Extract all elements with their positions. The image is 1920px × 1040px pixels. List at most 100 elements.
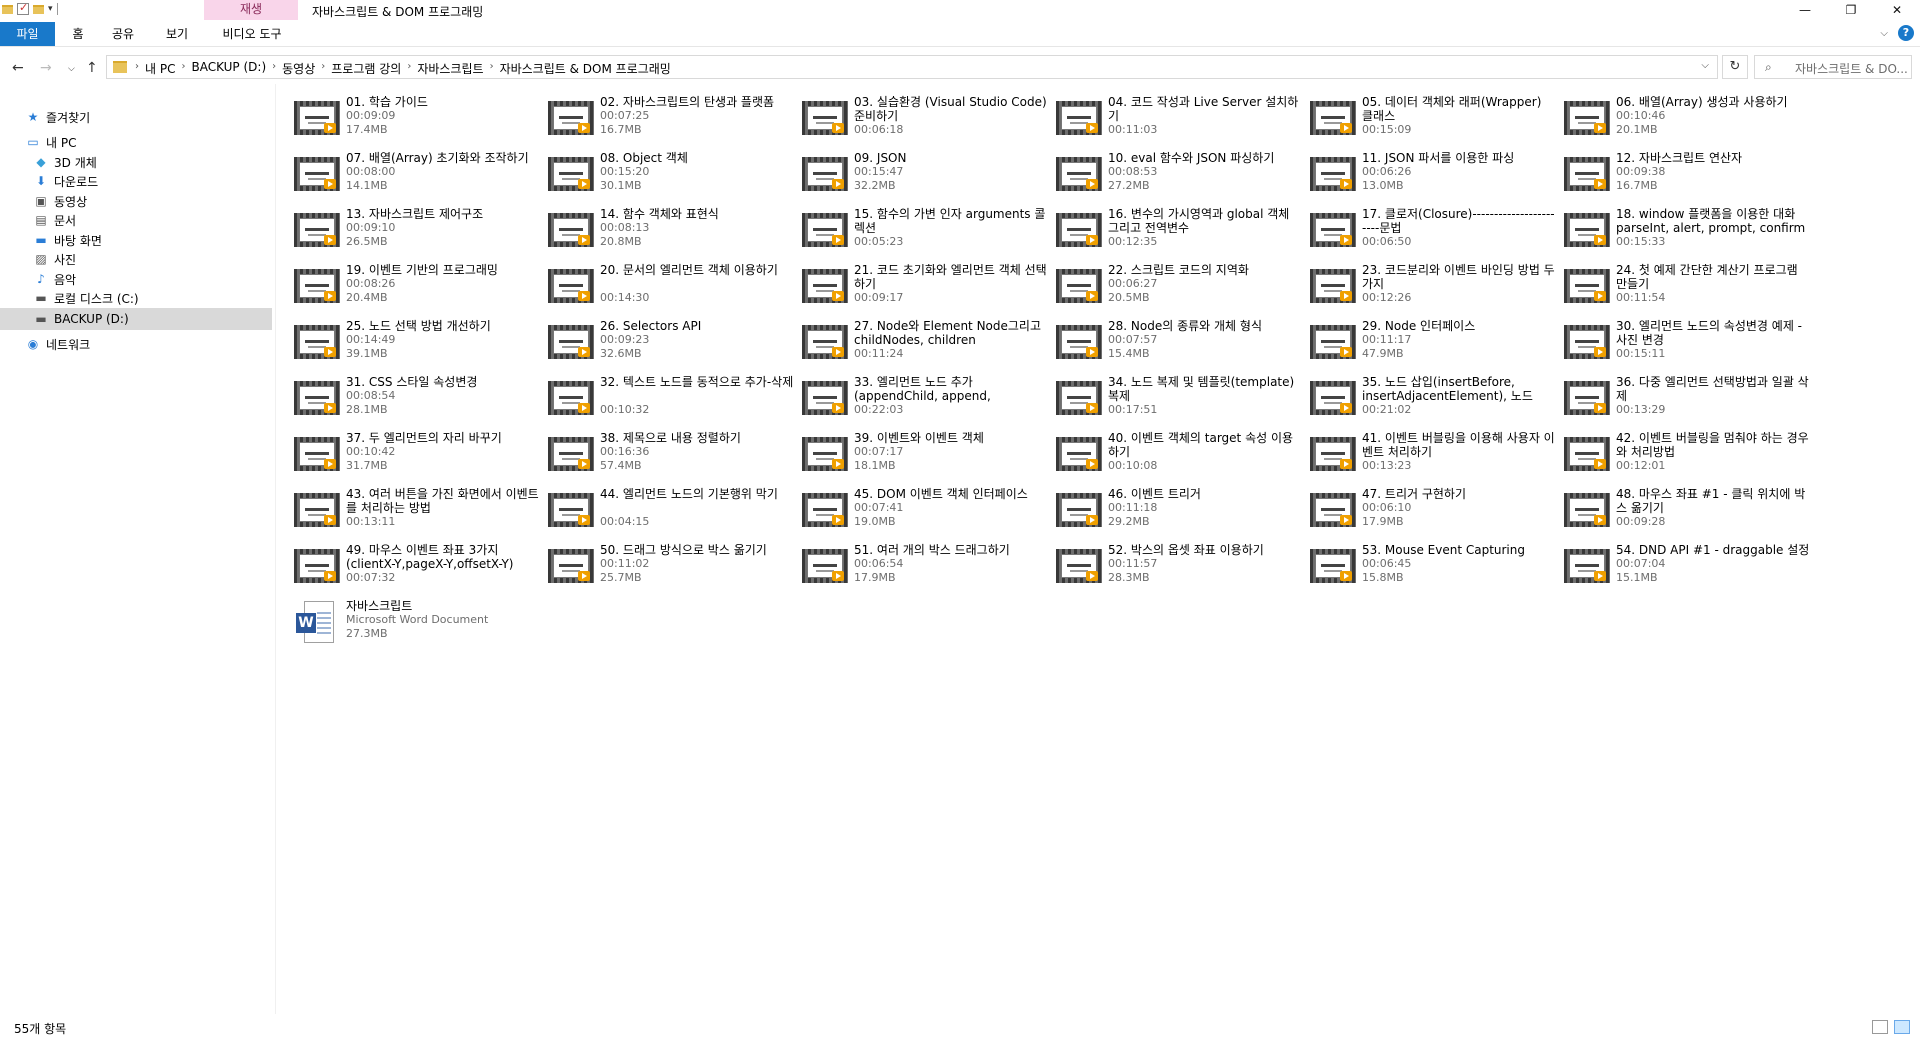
file-item[interactable]: 48. 마우스 좌표 #1 - 클릭 위치에 박스 옮기기 00:09:28 [1560, 487, 1810, 539]
tab-view[interactable]: 보기 [162, 23, 192, 45]
file-item[interactable]: 21. 코드 초기화와 엘리먼트 객체 선택하기 00:09:17 [798, 263, 1048, 315]
file-item[interactable]: 36. 다중 엘리먼트 선택방법과 일괄 삭제 00:13:29 [1560, 375, 1810, 427]
file-item[interactable]: 23. 코드분리와 이벤트 바인딩 방법 두 가지 00:12:26 [1306, 263, 1556, 315]
forward-arrow-icon[interactable]: → [40, 60, 52, 76]
file-item[interactable]: 16. 변수의 가시영역과 global 객체 그리고 전역변수 00:12:35 [1052, 207, 1302, 259]
file-item[interactable]: 22. 스크립트 코드의 지역화 00:06:27 20.5MB [1052, 263, 1302, 315]
sidebar-item[interactable]: ▬ BACKUP (D:) [0, 308, 272, 330]
file-item[interactable]: 07. 배열(Array) 초기화와 조작하기 00:08:00 14.1MB [290, 151, 540, 203]
file-item[interactable]: 38. 제목으로 내용 정렬하기 00:16:36 57.4MB [544, 431, 794, 483]
breadcrumb-item[interactable]: 내 PC [145, 60, 175, 77]
file-item[interactable]: 43. 여러 버튼을 가진 화면에서 이벤트를 처리하는 방법 00:13:11 [290, 487, 540, 539]
file-item[interactable]: 39. 이벤트와 이벤트 객체 00:07:17 18.1MB [798, 431, 1048, 483]
file-item[interactable]: 50. 드래그 방식으로 박스 옮기기 00:11:02 25.7MB [544, 543, 794, 595]
sidebar-item[interactable]: ▬ 로컬 디스크 (C:) [0, 287, 272, 309]
file-item[interactable]: 01. 학습 가이드 00:09:09 17.4MB [290, 95, 540, 147]
sidebar-item[interactable]: ★ 즐겨찾기 [0, 106, 272, 128]
breadcrumb-item[interactable]: 자바스크립트 [417, 60, 483, 77]
file-item[interactable]: 51. 여러 개의 박스 드래그하기 00:06:54 17.9MB [798, 543, 1048, 595]
file-item[interactable]: 03. 실습환경 (Visual Studio Code) 준비하기 00:06:… [798, 95, 1048, 147]
properties-icon[interactable] [17, 1, 29, 15]
file-item[interactable]: 40. 이벤트 객체의 target 속성 이용하기 00:10:08 [1052, 431, 1302, 483]
file-item[interactable]: 10. eval 함수와 JSON 파싱하기 00:08:53 27.2MB [1052, 151, 1302, 203]
breadcrumb-separator[interactable]: › [272, 60, 276, 77]
file-item[interactable]: 37. 두 엘리먼트의 자리 바꾸기 00:10:42 31.7MB [290, 431, 540, 483]
file-item[interactable]: 29. Node 인터페이스 00:11:17 47.9MB [1306, 319, 1556, 371]
file-item[interactable]: 05. 데이터 객체와 래퍼(Wrapper) 클래스 00:15:09 [1306, 95, 1556, 147]
file-item[interactable]: 17. 클로저(Closure)-----------------------문… [1306, 207, 1556, 259]
file-item[interactable]: 02. 자바스크립트의 탄생과 플랫폼 00:07:25 16.7MB [544, 95, 794, 147]
file-item[interactable]: 47. 트리거 구현하기 00:06:10 17.9MB [1306, 487, 1556, 539]
file-item[interactable]: 06. 배열(Array) 생성과 사용하기 00:10:46 20.1MB [1560, 95, 1810, 147]
breadcrumb-separator[interactable]: › [135, 60, 139, 77]
tab-file[interactable]: 파일 [0, 22, 55, 46]
breadcrumb-item[interactable]: BACKUP (D:) [191, 60, 266, 77]
file-item[interactable]: 32. 텍스트 노드를 동적으로 추가-삭제 00:10:32 [544, 375, 794, 427]
refresh-icon[interactable]: ↻ [1722, 55, 1748, 79]
file-item[interactable]: 31. CSS 스타일 속성변경 00:08:54 28.1MB [290, 375, 540, 427]
file-item[interactable]: 35. 노드 삽입(insertBefore, insertAdjacentEl… [1306, 375, 1556, 427]
new-folder-icon[interactable] [33, 4, 44, 14]
close-button[interactable]: ✕ [1874, 0, 1920, 20]
breadcrumb-separator[interactable]: › [321, 60, 325, 77]
details-view-icon[interactable] [1872, 1020, 1888, 1034]
tab-video-tools[interactable]: 비디오 도구 [210, 23, 294, 45]
file-item[interactable]: 41. 이벤트 버블링을 이용해 사용자 이벤트 처리하기 00:13:23 [1306, 431, 1556, 483]
file-item[interactable]: 18. window 플랫폼을 이용한 대화 parseInt, alert, … [1560, 207, 1810, 259]
sidebar-item[interactable]: ▭ 내 PC [0, 131, 272, 153]
file-item[interactable]: 46. 이벤트 트리거 00:11:18 29.2MB [1052, 487, 1302, 539]
breadcrumb-item[interactable]: 동영상 [282, 60, 315, 77]
file-item[interactable]: 24. 첫 예제 간단한 계산기 프로그램 만들기 00:11:54 [1560, 263, 1810, 315]
back-arrow-icon[interactable]: ← [12, 60, 24, 76]
tab-home[interactable]: 홈 [66, 23, 90, 45]
file-item[interactable]: 53. Mouse Event Capturing 00:06:45 15.8MB [1306, 543, 1556, 595]
file-item[interactable]: 19. 이벤트 기반의 프로그래밍 00:08:26 20.4MB [290, 263, 540, 315]
file-item[interactable]: 54. DND API #1 - draggable 설정 00:07:04 15.… [1560, 543, 1810, 595]
customize-toolbar-icon[interactable]: ▾ [48, 4, 53, 14]
tab-share[interactable]: 공유 [108, 23, 138, 45]
expand-ribbon-icon[interactable]: ⌵ [1880, 28, 1888, 39]
help-icon[interactable]: ? [1898, 25, 1914, 41]
file-item[interactable]: 12. 자바스크립트 연산자 00:09:38 16.7MB [1560, 151, 1810, 203]
file-item[interactable]: 27. Node와 Element Node그리고 childNodes, ch… [798, 319, 1048, 371]
file-item[interactable]: W 자바스크립트 Microsoft Word Document 27.3MB [290, 599, 540, 651]
file-item[interactable]: 15. 함수의 가변 인자 arguments 콜렉션 00:05:23 [798, 207, 1048, 259]
breadcrumb-item[interactable]: 자바스크립트 & DOM 프로그래밍 [500, 60, 671, 77]
file-item[interactable]: 30. 엘리먼트 노드의 속성변경 예제 - 사진 변경 00:15:11 [1560, 319, 1810, 371]
recent-locations-icon[interactable]: ⌵ [68, 64, 75, 74]
file-item[interactable]: 08. Object 객체 00:15:20 30.1MB [544, 151, 794, 203]
file-item[interactable]: 13. 자바스크립트 제어구조 00:09:10 26.5MB [290, 207, 540, 259]
up-arrow-icon[interactable]: ↑ [86, 60, 98, 76]
breadcrumb-separator[interactable]: › [490, 60, 494, 77]
file-item[interactable]: 14. 함수 객체와 표현식 00:08:13 20.8MB [544, 207, 794, 259]
file-item[interactable]: 04. 코드 작성과 Live Server 설치하기 00:11:03 [1052, 95, 1302, 147]
restore-button[interactable]: ❐ [1828, 0, 1874, 20]
search-input[interactable]: ⌕ 자바스크립트 & DO... [1754, 55, 1912, 79]
minimize-button[interactable]: — [1782, 0, 1828, 20]
breadcrumb-separator[interactable]: › [181, 60, 185, 77]
file-item[interactable]: 28. Node의 종류와 개체 형식 00:07:57 15.4MB [1052, 319, 1302, 371]
file-item[interactable]: 26. Selectors API 00:09:23 32.6MB [544, 319, 794, 371]
file-item[interactable]: 42. 이벤트 버블링을 멈춰야 하는 경우와 처리방법 00:12:01 [1560, 431, 1810, 483]
folder-icon[interactable] [2, 4, 13, 14]
breadcrumb-separator[interactable]: › [407, 60, 411, 77]
file-item[interactable]: 11. JSON 파서를 이용한 파싱 00:06:26 13.0MB [1306, 151, 1556, 203]
sidebar-item[interactable]: ▨ 사진 [0, 248, 272, 270]
file-item[interactable]: 20. 문서의 엘리먼트 객체 이용하기 00:14:30 [544, 263, 794, 315]
pane-divider[interactable] [275, 84, 276, 1014]
file-item[interactable]: 52. 박스의 옵셋 좌표 이용하기 00:11:57 28.3MB [1052, 543, 1302, 595]
address-bar[interactable]: › 내 PC › BACKUP (D:) › 동영상 › 프로그램 강의 › 자바스크립트 › 자바스… [106, 55, 1718, 79]
file-item[interactable]: 34. 노드 복제 및 템플릿(template) 복제 00:17:51 [1052, 375, 1302, 427]
breadcrumb-item[interactable]: 프로그램 강의 [331, 60, 401, 77]
file-item[interactable]: 25. 노드 선택 방법 개선하기 00:14:49 39.1MB [290, 319, 540, 371]
tiles-view-icon[interactable] [1894, 1020, 1910, 1034]
file-item[interactable]: 44. 엘리먼트 노드의 기본행위 막기 00:04:15 [544, 487, 794, 539]
file-item[interactable]: 45. DOM 이벤트 객체 인터페이스 00:07:41 19.0MB [798, 487, 1048, 539]
file-item[interactable]: 33. 엘리먼트 노드 추가(appendChild, append, inne… [798, 375, 1048, 427]
chevron-down-icon[interactable]: ⌵ [1701, 60, 1709, 71]
file-item[interactable]: 09. JSON 00:15:47 32.2MB [798, 151, 1048, 203]
sidebar-item[interactable]: ⬇ 다운로드 [0, 170, 272, 192]
sidebar-item[interactable]: ▤ 문서 [0, 209, 272, 231]
sidebar-item[interactable]: ◉ 네트워크 [0, 333, 272, 355]
file-item[interactable]: 49. 마우스 이벤트 좌표 3가지(clientX-Y,pageX-Y,off… [290, 543, 540, 595]
